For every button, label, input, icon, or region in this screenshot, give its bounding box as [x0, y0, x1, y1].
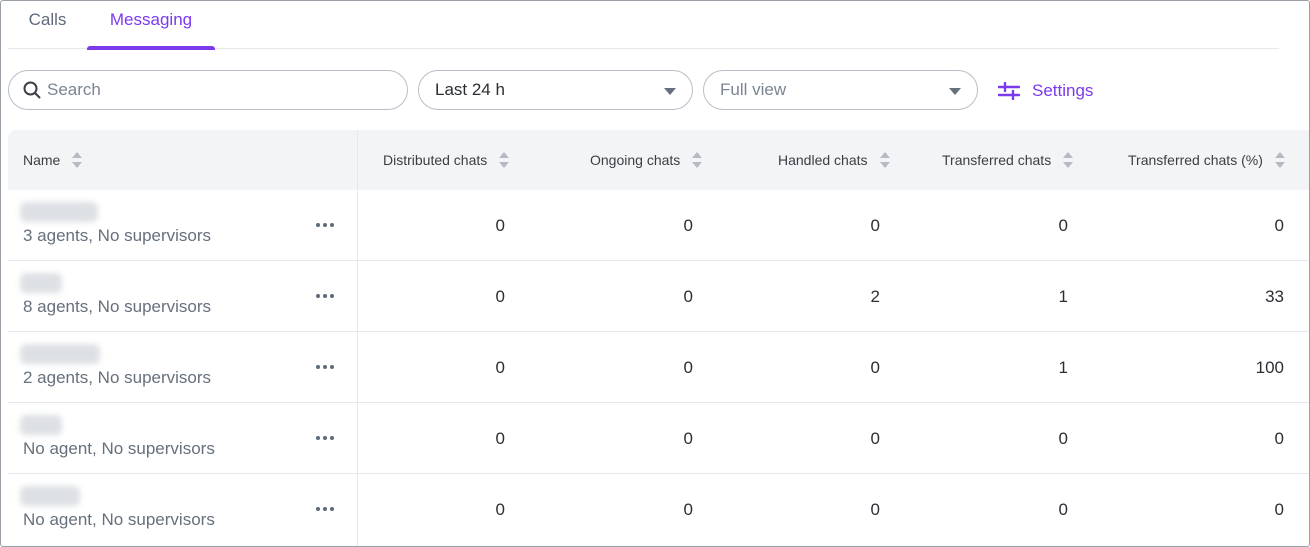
transferred-chats-cell: 0 — [1058, 216, 1068, 235]
team-name-redacted — [20, 273, 62, 293]
transferred-percent-cell: 0 — [1274, 500, 1284, 519]
more-icon-dot — [323, 365, 327, 369]
table-header: Name Distributed chats Ongoing chats Han… — [8, 130, 1309, 190]
column-header-label: Handled chats — [778, 152, 868, 168]
teams-table: Name Distributed chats Ongoing chats Han… — [8, 130, 1309, 546]
settings-label: Settings — [1032, 81, 1094, 100]
transferred-percent-cell: 33 — [1265, 287, 1284, 306]
column-header-label: Ongoing chats — [590, 152, 681, 168]
more-icon-dot — [323, 507, 327, 511]
chevron-down-icon — [664, 88, 676, 95]
handled-chats-cell: 0 — [870, 216, 880, 235]
distributed-chats-cell: 0 — [495, 358, 505, 377]
column-header-label: Distributed chats — [383, 152, 488, 168]
team-name-redacted — [20, 415, 62, 435]
team-name-redacted — [20, 344, 100, 364]
ongoing-chats-cell: 0 — [683, 287, 693, 306]
transferred-chats-cell: 1 — [1058, 358, 1068, 377]
handled-chats-cell: 0 — [870, 429, 880, 448]
column-header-label: Transferred chats (%) — [1128, 152, 1263, 168]
sort-icon — [692, 151, 703, 169]
table-row[interactable]: 8 agents, No supervisors 0 0 2 1 33 — [8, 261, 1309, 332]
ongoing-chats-cell: 0 — [683, 358, 693, 377]
more-icon-dot — [316, 294, 320, 298]
transferred-percent-cell: 0 — [1274, 216, 1284, 235]
table-row[interactable]: No agent, No supervisors 0 0 0 0 0 — [8, 403, 1309, 474]
more-icon-dot — [330, 507, 334, 511]
more-options-button[interactable] — [313, 498, 337, 520]
transferred-percent-cell: 100 — [1255, 358, 1284, 377]
sort-icon — [879, 151, 890, 169]
more-icon-dot — [330, 365, 334, 369]
more-icon-dot — [330, 436, 334, 440]
more-icon-dot — [330, 223, 334, 227]
search-icon — [23, 81, 41, 99]
table-row[interactable]: 2 agents, No supervisors 0 0 0 1 100 — [8, 332, 1309, 403]
more-options-button[interactable] — [313, 285, 337, 307]
team-members-summary: 8 agents, No supervisors — [23, 297, 212, 316]
tab-messaging[interactable]: Messaging — [87, 1, 215, 50]
tab-messaging-label: Messaging — [109, 10, 193, 29]
column-header-transferred-percent[interactable]: Transferred chats (%) — [1128, 130, 1285, 190]
search-input[interactable] — [47, 80, 377, 100]
more-options-button[interactable] — [313, 356, 337, 378]
view-select[interactable]: Full view — [703, 70, 978, 110]
team-members-summary: No agent, No supervisors — [23, 510, 215, 529]
more-icon-dot — [323, 436, 327, 440]
settings-button[interactable]: Settings — [998, 79, 1093, 103]
more-icon-dot — [316, 223, 320, 227]
column-header-label: Name — [23, 152, 61, 168]
handled-chats-cell: 2 — [870, 287, 880, 306]
column-header-ongoing[interactable]: Ongoing chats — [590, 130, 703, 190]
distributed-chats-cell: 0 — [495, 500, 505, 519]
period-select-value: Last 24 h — [435, 80, 505, 99]
distributed-chats-cell: 0 — [495, 287, 505, 306]
handled-chats-cell: 0 — [870, 358, 880, 377]
team-members-summary: 2 agents, No supervisors — [23, 368, 212, 387]
table-body: 3 agents, No supervisors 0 0 0 0 0 8 age… — [8, 190, 1309, 545]
distributed-chats-cell: 0 — [495, 216, 505, 235]
sort-icon — [1274, 151, 1285, 169]
column-header-handled[interactable]: Handled chats — [778, 130, 890, 190]
ongoing-chats-cell: 0 — [683, 500, 693, 519]
handled-chats-cell: 0 — [870, 500, 880, 519]
period-select[interactable]: Last 24 h — [418, 70, 693, 110]
column-header-transferred[interactable]: Transferred chats — [942, 130, 1074, 190]
more-icon-dot — [330, 294, 334, 298]
chevron-down-icon — [949, 88, 961, 95]
team-name-redacted — [20, 486, 80, 506]
transferred-chats-cell: 0 — [1058, 500, 1068, 519]
more-options-button[interactable] — [313, 427, 337, 449]
active-tab-indicator — [87, 46, 215, 50]
ongoing-chats-cell: 0 — [683, 429, 693, 448]
tab-bar: Calls Messaging — [8, 1, 1279, 50]
more-icon-dot — [323, 223, 327, 227]
sort-icon — [72, 151, 83, 169]
table-row[interactable]: 3 agents, No supervisors 0 0 0 0 0 — [8, 190, 1309, 261]
transferred-chats-cell: 1 — [1058, 287, 1068, 306]
team-members-summary: 3 agents, No supervisors — [23, 226, 212, 245]
table-row[interactable]: No agent, No supervisors 0 0 0 0 0 — [8, 474, 1309, 545]
column-header-distributed[interactable]: Distributed chats — [383, 130, 510, 190]
search-box[interactable] — [8, 70, 408, 110]
tab-calls[interactable]: Calls — [8, 1, 87, 49]
more-icon-dot — [323, 294, 327, 298]
transferred-percent-cell: 0 — [1274, 429, 1284, 448]
sort-icon — [499, 151, 510, 169]
more-icon-dot — [316, 507, 320, 511]
transferred-chats-cell: 0 — [1058, 429, 1068, 448]
distributed-chats-cell: 0 — [495, 429, 505, 448]
sort-icon — [1063, 151, 1074, 169]
column-header-name[interactable]: Name — [23, 130, 83, 190]
sliders-icon — [998, 82, 1020, 100]
view-select-value: Full view — [720, 80, 787, 99]
team-name-redacted — [20, 202, 98, 222]
column-header-label: Transferred chats — [942, 152, 1052, 168]
more-options-button[interactable] — [313, 214, 337, 236]
ongoing-chats-cell: 0 — [683, 216, 693, 235]
more-icon-dot — [316, 365, 320, 369]
team-members-summary: No agent, No supervisors — [23, 439, 215, 458]
messaging-panel: Calls Messaging Last 24 h Full view Sett… — [0, 0, 1310, 547]
more-icon-dot — [316, 436, 320, 440]
